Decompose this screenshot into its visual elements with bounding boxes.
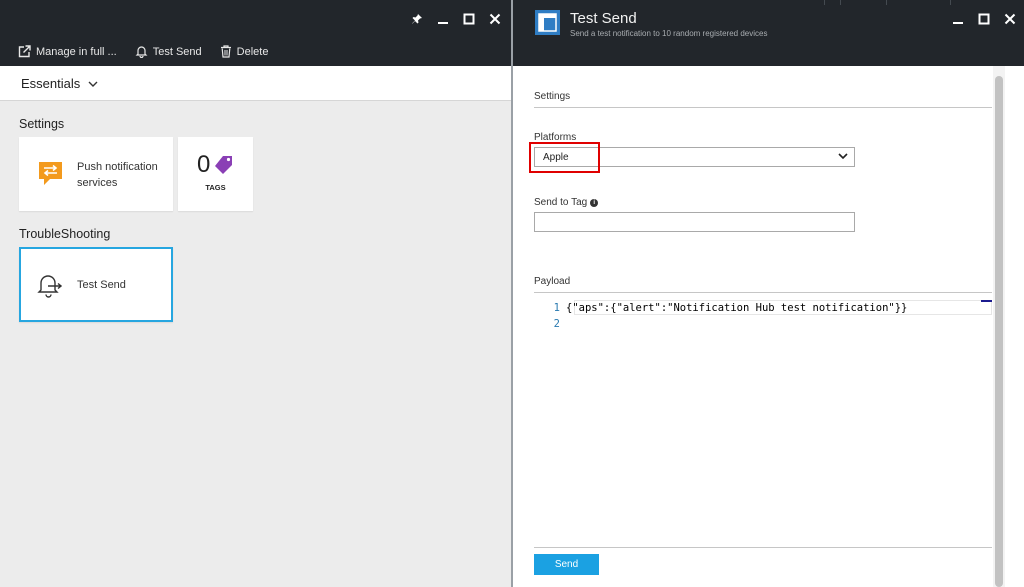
left-window-controls	[404, 9, 508, 29]
settings-section-title: Settings	[19, 117, 65, 131]
payload-label: Payload	[534, 276, 571, 287]
chevron-down-icon	[88, 76, 98, 91]
tags-label: TAGS	[205, 183, 226, 192]
chevron-down-icon	[838, 152, 848, 163]
delete-button[interactable]: Delete	[220, 45, 269, 58]
line-number: 1	[553, 301, 560, 314]
tags-count: 0	[197, 151, 211, 178]
line-number: 2	[553, 317, 560, 330]
platforms-label: Platforms	[534, 132, 577, 143]
app-window: Manage in full ... Test Send Delete Esse…	[0, 0, 1024, 587]
maximize-icon[interactable]	[456, 9, 482, 29]
bell-icon	[135, 45, 148, 58]
editor-line: 1 {"aps":{"alert":"Notification Hub test…	[534, 300, 992, 315]
pin-icon[interactable]	[404, 9, 430, 29]
test-send-tile-label: Test Send	[77, 279, 126, 291]
settings-divider	[534, 107, 992, 108]
send-to-tag-label: Send to Tag i	[534, 197, 599, 208]
left-blade-header: Manage in full ... Test Send Delete	[0, 0, 511, 66]
blade-icon	[535, 10, 560, 35]
delete-label: Delete	[236, 45, 269, 58]
maximize-icon[interactable]	[971, 9, 997, 29]
push-tile-line1: Push notification	[77, 161, 158, 173]
toolbar-test-send-button[interactable]: Test Send	[135, 45, 202, 58]
external-link-icon	[18, 45, 31, 58]
test-send-label: Test Send	[152, 45, 202, 58]
editor-line: 2	[534, 316, 992, 331]
command-bar: Manage in full ... Test Send Delete	[18, 45, 268, 58]
blade-scrollbar[interactable]	[993, 66, 1005, 587]
payload-editor[interactable]: 1 {"aps":{"alert":"Notification Hub test…	[534, 299, 992, 547]
tag-icon	[214, 155, 234, 178]
editor-bottom-border	[534, 547, 992, 548]
blade-subtitle: Send a test notification to 10 random re…	[570, 29, 768, 38]
platforms-select[interactable]: Apple	[534, 147, 855, 167]
tags-tile[interactable]: 0 TAGS	[178, 137, 253, 211]
right-blade-header: Test Send Send a test notification to 10…	[513, 0, 1024, 66]
minimize-icon[interactable]	[945, 9, 971, 29]
line-code: {"aps":{"alert":"Notification Hub test n…	[566, 301, 908, 314]
close-icon[interactable]	[997, 9, 1023, 29]
essentials-toggle[interactable]: Essentials	[0, 66, 511, 101]
push-notification-services-tile[interactable]: Push notification services	[19, 137, 173, 211]
payload-divider	[534, 292, 992, 293]
essentials-label: Essentials	[21, 75, 81, 91]
close-icon[interactable]	[482, 9, 508, 29]
bell-send-icon	[36, 273, 63, 302]
info-icon[interactable]: i	[590, 199, 599, 207]
test-send-tile[interactable]: Test Send	[19, 247, 173, 322]
minimize-icon[interactable]	[430, 9, 456, 29]
blade-title: Test Send	[570, 10, 637, 27]
troubleshooting-section-title: TroubleShooting	[19, 227, 111, 241]
push-notification-icon	[37, 161, 64, 190]
notification-hub-blade: Manage in full ... Test Send Delete Esse…	[0, 0, 511, 587]
push-tile-line2: services	[77, 177, 118, 189]
send-button[interactable]: Send	[534, 554, 599, 575]
platform-value: Apple	[543, 151, 569, 163]
send-to-tag-input[interactable]	[534, 212, 855, 232]
test-send-blade: Test Send Send a test notification to 10…	[513, 0, 1024, 587]
scrollbar-thumb[interactable]	[995, 76, 1003, 587]
right-window-controls	[945, 9, 1023, 29]
manage-label: Manage in full ...	[36, 45, 117, 58]
settings-header: Settings	[534, 91, 571, 102]
trash-icon	[220, 45, 232, 58]
send-to-tag-text: Send to Tag	[534, 197, 588, 208]
manage-in-full-button[interactable]: Manage in full ...	[18, 45, 117, 58]
